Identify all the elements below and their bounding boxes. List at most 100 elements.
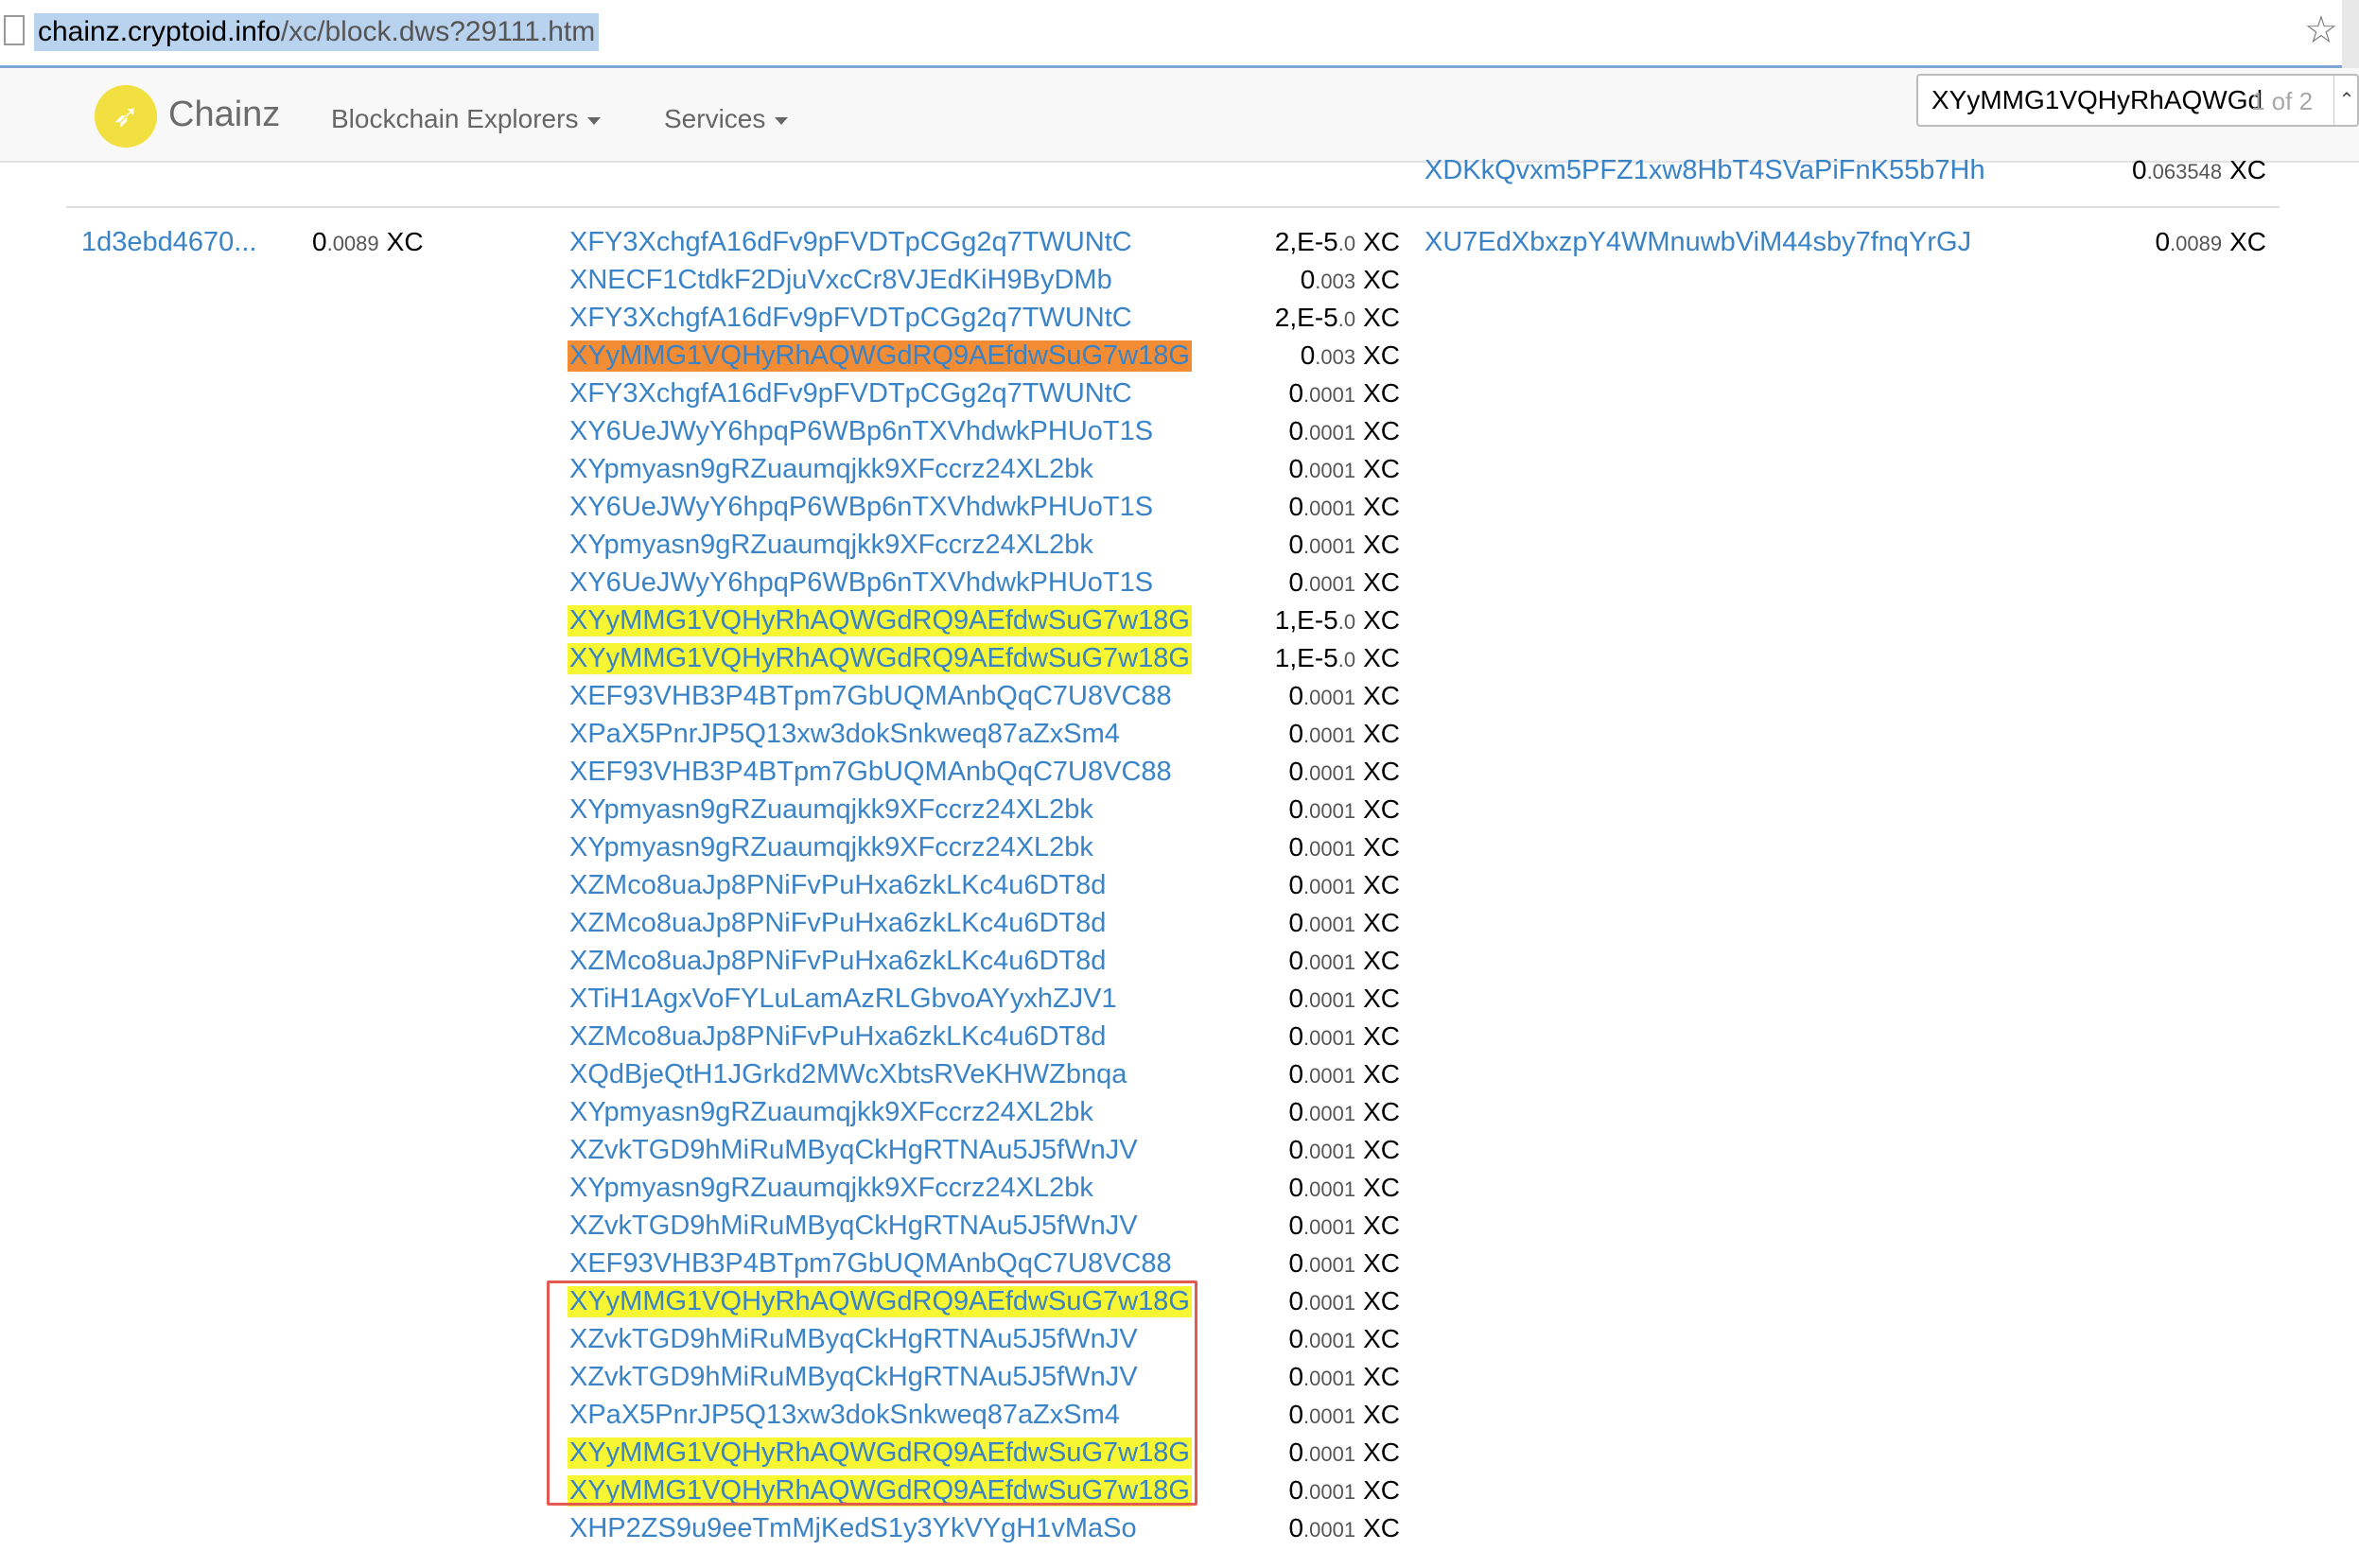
list-item: XQdBjeQtH1JGrkd2MWcXbtsRVeKHWZbnqa 0.0001… bbox=[568, 1057, 1400, 1095]
input-amount: 0.0001 XC bbox=[1288, 1400, 1400, 1429]
address-bar[interactable]: chainz.cryptoid.info/xc/block.dws?29111.… bbox=[0, 0, 2359, 68]
list-item: XFY3XchgfA16dFv9pFVDTpCGg2q7TWUNtC 2,E-5.… bbox=[568, 225, 1400, 263]
input-amount: 0.0001 XC bbox=[1288, 1097, 1400, 1126]
list-item: XHP2ZS9u9eeTmMjKedS1y3YkVYgH1vMaSo 0.0001… bbox=[568, 1511, 1400, 1549]
input-address-link[interactable]: XZMco8uaJp8PNiFvPuHxa6zkLKc4u6DT8d bbox=[568, 908, 1108, 939]
input-address-link[interactable]: XHP2ZS9u9eeTmMjKedS1y3YkVYgH1vMaSo bbox=[568, 1513, 1139, 1544]
input-address-link[interactable]: XQdBjeQtH1JGrkd2MWcXbtsRVeKHWZbnqa bbox=[568, 1059, 1128, 1090]
list-item: XZMco8uaJp8PNiFvPuHxa6zkLKc4u6DT8d 0.0001… bbox=[568, 906, 1400, 944]
row-divider bbox=[66, 206, 2280, 208]
list-item: XYpmyasn9gRZuaumqjkk9XFccrz24XL2bk 0.0001… bbox=[568, 528, 1400, 566]
find-bar[interactable]: XYyMMG1VQHyRhAQWGd 1 of 2 ⌃ bbox=[1916, 74, 2359, 127]
tx-total-amount: 0.0089 XC bbox=[312, 227, 424, 256]
input-address-link[interactable]: XEF93VHB3P4BTpm7GbUQMAnbQqC7U8VC88 bbox=[568, 1248, 1174, 1280]
list-item: XYpmyasn9gRZuaumqjkk9XFccrz24XL2bk 0.0001… bbox=[568, 830, 1400, 868]
input-address-link[interactable]: XFY3XchgfA16dFv9pFVDTpCGg2q7TWUNtC bbox=[568, 227, 1134, 258]
list-item: XY6UeJWyY6hpqP6WBp6nTXVhdwkPHUoT1S 0.0001… bbox=[568, 566, 1400, 603]
input-amount: 0.0001 XC bbox=[1288, 454, 1400, 483]
list-item: XYyMMG1VQHyRhAQWGdRQ9AEfdwSuG7w18G 1,E-5.… bbox=[568, 641, 1400, 679]
input-amount: 0.0001 XC bbox=[1288, 757, 1400, 786]
input-amount: 1,E-5.0 XC bbox=[1274, 605, 1400, 635]
list-item: XYpmyasn9gRZuaumqjkk9XFccrz24XL2bk 0.0001… bbox=[568, 1171, 1400, 1209]
input-amount: 0.0001 XC bbox=[1288, 908, 1400, 937]
input-amount: 0.0001 XC bbox=[1288, 378, 1400, 408]
input-amount: 0.0001 XC bbox=[1288, 1286, 1400, 1315]
list-item: XPaX5PnrJP5Q13xw3dokSnkweq87aZxSm4 0.0001… bbox=[568, 717, 1400, 755]
input-amount: 0.0001 XC bbox=[1288, 1211, 1400, 1240]
list-item: XEF93VHB3P4BTpm7GbUQMAnbQqC7U8VC88 0.0001… bbox=[568, 679, 1400, 717]
list-item: XYpmyasn9gRZuaumqjkk9XFccrz24XL2bk 0.0001… bbox=[568, 1095, 1400, 1133]
find-input[interactable]: XYyMMG1VQHyRhAQWGd bbox=[1931, 85, 2263, 115]
input-amount: 0.0001 XC bbox=[1288, 681, 1400, 710]
input-address-link[interactable]: XPaX5PnrJP5Q13xw3dokSnkweq87aZxSm4 bbox=[568, 719, 1122, 750]
tx-hash-link[interactable]: 1d3ebd4670... bbox=[81, 227, 256, 258]
url-text[interactable]: chainz.cryptoid.info/xc/block.dws?29111.… bbox=[34, 13, 600, 51]
input-amount: 0.0001 XC bbox=[1288, 794, 1400, 824]
input-address-link[interactable]: XYpmyasn9gRZuaumqjkk9XFccrz24XL2bk bbox=[568, 794, 1095, 826]
input-amount: 0.0001 XC bbox=[1288, 1475, 1400, 1505]
url-path: /xc/block.dws?29111.htm bbox=[280, 16, 596, 47]
input-address-link[interactable]: XTiH1AgxVoFYLuLamAzRLGbvoAYyxhZJV1 bbox=[568, 984, 1119, 1015]
input-address-link[interactable]: XZMco8uaJp8PNiFvPuHxa6zkLKc4u6DT8d bbox=[568, 1021, 1108, 1053]
output-amount: 0.063548 XC bbox=[2131, 155, 2266, 184]
annotation-box bbox=[547, 1281, 1197, 1506]
logo-rocket-icon[interactable]: ➶ bbox=[95, 85, 157, 148]
page-icon bbox=[4, 15, 25, 45]
input-amount: 0.003 XC bbox=[1300, 265, 1400, 294]
find-up-arrow-icon[interactable]: ⌃ bbox=[2333, 76, 2359, 125]
scrollbar-edge bbox=[2342, 0, 2359, 68]
list-item: XYpmyasn9gRZuaumqjkk9XFccrz24XL2bk 0.0001… bbox=[568, 793, 1400, 830]
list-item: XY6UeJWyY6hpqP6WBp6nTXVhdwkPHUoT1S 0.0001… bbox=[568, 490, 1400, 528]
input-address-link[interactable]: XZMco8uaJp8PNiFvPuHxa6zkLKc4u6DT8d bbox=[568, 870, 1108, 901]
input-address-link[interactable]: XZvkTGD9hMiRuMByqCkHgRTNAu5J5fWnJV bbox=[568, 1135, 1140, 1166]
input-amount: 2,E-5.0 XC bbox=[1274, 303, 1400, 332]
input-address-link[interactable]: XNECF1CtdkF2DjuVxcCr8VJEdKiH9ByDMb bbox=[568, 265, 1114, 296]
url-host: chainz.cryptoid.info bbox=[38, 16, 281, 47]
input-address-link[interactable]: XYpmyasn9gRZuaumqjkk9XFccrz24XL2bk bbox=[568, 1097, 1095, 1128]
nav-blockchain-explorers[interactable]: Blockchain Explorers bbox=[331, 104, 602, 134]
input-amount: 0.0001 XC bbox=[1288, 530, 1400, 559]
list-item: XFY3XchgfA16dFv9pFVDTpCGg2q7TWUNtC 2,E-5.… bbox=[568, 301, 1400, 339]
input-amount: 0.0001 XC bbox=[1288, 1437, 1400, 1467]
input-address-link[interactable]: XZMco8uaJp8PNiFvPuHxa6zkLKc4u6DT8d bbox=[568, 946, 1108, 977]
input-address-link[interactable]: XFY3XchgfA16dFv9pFVDTpCGg2q7TWUNtC bbox=[568, 303, 1134, 334]
star-icon[interactable]: ☆ bbox=[2304, 11, 2338, 49]
nav-label: Blockchain Explorers bbox=[331, 104, 579, 133]
brand-name[interactable]: Chainz bbox=[168, 95, 280, 135]
nav-services[interactable]: Services bbox=[664, 104, 789, 134]
input-address-link[interactable]: XYyMMG1VQHyRhAQWGdRQ9AEfdwSuG7w18G bbox=[568, 643, 1192, 674]
input-address-link[interactable]: XZvkTGD9hMiRuMByqCkHgRTNAu5J5fWnJV bbox=[568, 1211, 1140, 1242]
input-address-link[interactable]: XEF93VHB3P4BTpm7GbUQMAnbQqC7U8VC88 bbox=[568, 757, 1174, 788]
input-address-link[interactable]: XEF93VHB3P4BTpm7GbUQMAnbQqC7U8VC88 bbox=[568, 681, 1174, 712]
input-address-link[interactable]: XY6UeJWyY6hpqP6WBp6nTXVhdwkPHUoT1S bbox=[568, 492, 1155, 523]
input-address-link[interactable]: XYyMMG1VQHyRhAQWGdRQ9AEfdwSuG7w18G bbox=[568, 605, 1192, 636]
input-address-link[interactable]: XY6UeJWyY6hpqP6WBp6nTXVhdwkPHUoT1S bbox=[568, 416, 1155, 447]
list-item: XY6UeJWyY6hpqP6WBp6nTXVhdwkPHUoT1S 0.0001… bbox=[568, 414, 1400, 452]
list-item: XNECF1CtdkF2DjuVxcCr8VJEdKiH9ByDMb 0.003 X… bbox=[568, 263, 1400, 301]
input-address-link[interactable]: XYpmyasn9gRZuaumqjkk9XFccrz24XL2bk bbox=[568, 454, 1095, 485]
list-item: XYpmyasn9gRZuaumqjkk9XFccrz24XL2bk 0.0001… bbox=[568, 452, 1400, 490]
input-amount: 0.0001 XC bbox=[1288, 719, 1400, 748]
input-address-link[interactable]: XYpmyasn9gRZuaumqjkk9XFccrz24XL2bk bbox=[568, 530, 1095, 561]
table-row: XDKkQvxm5PFZ1xw8HbT4SVaPiFnK55b7Hh 0.063… bbox=[0, 155, 2359, 189]
input-address-link[interactable]: XYyMMG1VQHyRhAQWGdRQ9AEfdwSuG7w18G bbox=[568, 340, 1192, 372]
input-address-link[interactable]: XFY3XchgfA16dFv9pFVDTpCGg2q7TWUNtC bbox=[568, 378, 1134, 409]
input-address-link[interactable]: XY6UeJWyY6hpqP6WBp6nTXVhdwkPHUoT1S bbox=[568, 567, 1155, 599]
list-item: XFY3XchgfA16dFv9pFVDTpCGg2q7TWUNtC 0.0001… bbox=[568, 376, 1400, 414]
input-amount: 0.0001 XC bbox=[1288, 1324, 1400, 1353]
input-amount: 0.0001 XC bbox=[1288, 1021, 1400, 1051]
output-address-link[interactable]: XU7EdXbxzpY4WMnuwbViM44sby7fnqYrGJ bbox=[1424, 227, 1971, 258]
input-address-link[interactable]: XYpmyasn9gRZuaumqjkk9XFccrz24XL2bk bbox=[568, 1173, 1095, 1204]
list-item: XYyMMG1VQHyRhAQWGdRQ9AEfdwSuG7w18G 0.003 X… bbox=[568, 339, 1400, 376]
input-amount: 0.0001 XC bbox=[1288, 1513, 1400, 1542]
input-amount: 0.0001 XC bbox=[1288, 1248, 1400, 1278]
input-address-link[interactable]: XYpmyasn9gRZuaumqjkk9XFccrz24XL2bk bbox=[568, 832, 1095, 863]
input-amount: 0.0001 XC bbox=[1288, 1362, 1400, 1391]
input-amount: 0.0001 XC bbox=[1288, 984, 1400, 1013]
list-item: XYyMMG1VQHyRhAQWGdRQ9AEfdwSuG7w18G 1,E-5.… bbox=[568, 603, 1400, 641]
input-amount: 0.0001 XC bbox=[1288, 832, 1400, 862]
list-item: XZvkTGD9hMiRuMByqCkHgRTNAu5J5fWnJV 0.0001… bbox=[568, 1133, 1400, 1171]
output-address-link[interactable]: XDKkQvxm5PFZ1xw8HbT4SVaPiFnK55b7Hh bbox=[1424, 155, 1985, 186]
caret-down-icon bbox=[587, 116, 602, 125]
list-item: XEF93VHB3P4BTpm7GbUQMAnbQqC7U8VC88 0.0001… bbox=[568, 1246, 1400, 1284]
